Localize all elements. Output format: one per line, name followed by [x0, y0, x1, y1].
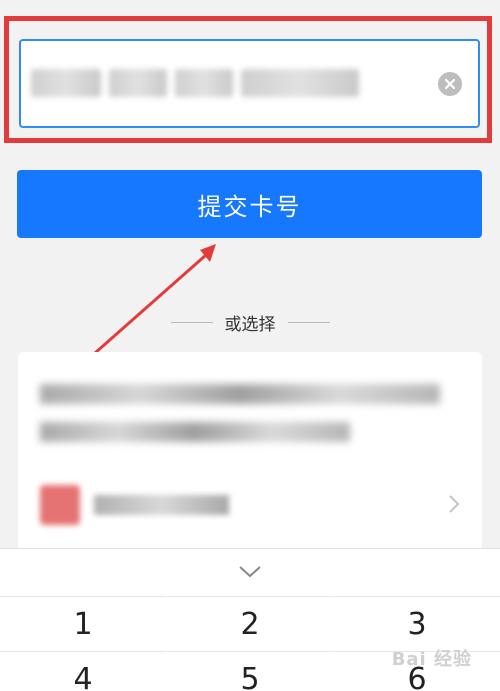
- card-number-value: [31, 63, 361, 103]
- chevron-down-icon[interactable]: [235, 561, 265, 581]
- numeric-keyboard: 1 2 3 4 5 6 Bai 经验: [0, 548, 500, 691]
- bank-logo-icon: [40, 485, 80, 525]
- blurred-text-line-2: [40, 422, 350, 442]
- divider-line-left: [170, 322, 213, 323]
- submit-card-button[interactable]: 提交卡号: [17, 170, 482, 238]
- bank-list-item[interactable]: [18, 467, 482, 547]
- divider-line-right: [287, 322, 330, 323]
- clear-icon[interactable]: [438, 72, 462, 96]
- key-4[interactable]: 4: [0, 651, 166, 691]
- key-5[interactable]: 5: [167, 651, 333, 691]
- chevron-right-icon: [449, 495, 460, 513]
- key-1[interactable]: 1: [0, 596, 166, 651]
- key-3[interactable]: 3: [334, 596, 500, 651]
- card-number-input[interactable]: [19, 39, 480, 128]
- key-6[interactable]: 6: [334, 651, 500, 691]
- or-select-divider: 或选择: [0, 310, 500, 335]
- or-select-label: 或选择: [224, 315, 276, 335]
- bank-name-blurred: [94, 495, 229, 515]
- key-2[interactable]: 2: [167, 596, 333, 651]
- bank-list-card: [18, 352, 482, 552]
- blurred-text-line-1: [40, 384, 440, 404]
- highlight-frame: [4, 16, 492, 143]
